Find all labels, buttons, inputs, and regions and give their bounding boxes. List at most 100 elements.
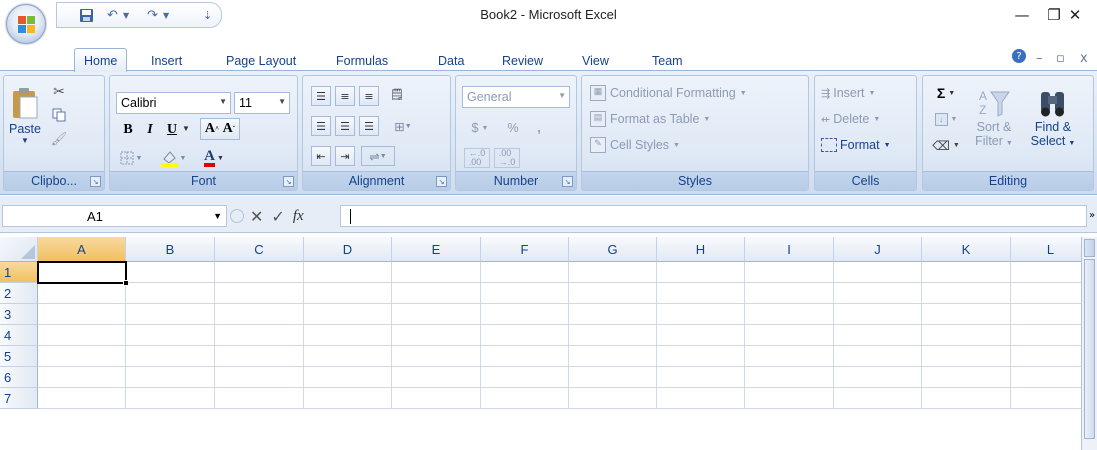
cell-e3[interactable] <box>392 304 481 325</box>
cell-j6[interactable] <box>834 367 922 388</box>
cell-b3[interactable] <box>126 304 215 325</box>
underline-dropdown-icon[interactable]: ▼ <box>182 124 190 133</box>
align-top-icon[interactable]: ☰ <box>311 86 331 106</box>
column-header-e[interactable]: E <box>392 237 481 262</box>
cell-h4[interactable] <box>657 325 745 346</box>
decrease-decimal-icon[interactable]: .00 →.0 <box>494 148 520 168</box>
column-header-a[interactable]: A <box>38 237 126 262</box>
name-box-dropdown-icon[interactable]: ▼ <box>213 211 222 221</box>
tab-home[interactable]: Home <box>74 48 128 72</box>
increase-indent-icon[interactable]: ⇥ <box>335 146 355 166</box>
name-box[interactable]: A1 ▼ <box>2 205 227 227</box>
cell-k7[interactable] <box>922 388 1011 409</box>
cell-h5[interactable] <box>657 346 745 367</box>
help-icon[interactable]: ? <box>1012 49 1026 63</box>
cell-a3[interactable] <box>38 304 126 325</box>
row-header-6[interactable]: 6 <box>0 367 38 388</box>
cell-j7[interactable] <box>834 388 922 409</box>
cell-h3[interactable] <box>657 304 745 325</box>
tab-page-layout[interactable]: Page Layout <box>216 51 306 70</box>
office-button[interactable] <box>6 4 46 44</box>
column-header-c[interactable]: C <box>215 237 304 262</box>
column-header-d[interactable]: D <box>304 237 392 262</box>
cell-b1[interactable] <box>126 262 215 283</box>
close-button[interactable]: ✕ <box>1053 4 1097 26</box>
redo-icon[interactable]: ↷ <box>147 6 158 25</box>
customize-qat-icon[interactable]: ⇣ <box>203 6 212 25</box>
sort-filter-button[interactable]: AZ Sort & Filter ▼ <box>969 80 1019 156</box>
undo-dropdown-icon[interactable]: ▼ <box>123 6 129 25</box>
cell-g1[interactable] <box>569 262 657 283</box>
cell-g7[interactable] <box>569 388 657 409</box>
cell-d4[interactable] <box>304 325 392 346</box>
workbook-restore-icon[interactable]: ▫ <box>1056 51 1065 66</box>
number-launcher-icon[interactable]: ↘ <box>562 176 573 187</box>
cell-d1[interactable] <box>304 262 392 283</box>
column-header-f[interactable]: F <box>481 237 569 262</box>
format-cells-button[interactable]: Format ▼ <box>821 134 891 156</box>
cell-c5[interactable] <box>215 346 304 367</box>
find-select-button[interactable]: Find & Select ▼ <box>1027 80 1079 156</box>
align-right-icon[interactable]: ☰ <box>359 116 379 136</box>
cell-j5[interactable] <box>834 346 922 367</box>
cell-b2[interactable] <box>126 283 215 304</box>
cell-h6[interactable] <box>657 367 745 388</box>
cell-d3[interactable] <box>304 304 392 325</box>
clear-icon[interactable]: ⌫ ▼ <box>929 134 963 156</box>
comma-button[interactable]: , <box>528 118 550 138</box>
cell-a7[interactable] <box>38 388 126 409</box>
currency-button[interactable]: $ ▼ <box>464 118 496 138</box>
align-bottom-icon[interactable]: ≡ <box>359 86 379 106</box>
bold-button[interactable]: B <box>118 120 138 140</box>
cell-b7[interactable] <box>126 388 215 409</box>
format-as-table-button[interactable]: ▤ Format as Table ▼ <box>590 108 710 130</box>
formula-input[interactable] <box>340 205 1087 227</box>
align-center-icon[interactable]: ☰ <box>335 116 355 136</box>
cell-k2[interactable] <box>922 283 1011 304</box>
cell-e7[interactable] <box>392 388 481 409</box>
cell-g3[interactable] <box>569 304 657 325</box>
cell-d5[interactable] <box>304 346 392 367</box>
cell-f7[interactable] <box>481 388 569 409</box>
insert-function-icon[interactable]: fx <box>293 208 304 225</box>
confirm-entry-icon[interactable]: ✓ <box>271 207 284 226</box>
tab-team[interactable]: Team <box>642 51 693 70</box>
alignment-launcher-icon[interactable]: ↘ <box>436 176 447 187</box>
cell-d2[interactable] <box>304 283 392 304</box>
cell-g6[interactable] <box>569 367 657 388</box>
row-header-7[interactable]: 7 <box>0 388 38 409</box>
cell-a5[interactable] <box>38 346 126 367</box>
cell-i6[interactable] <box>745 367 834 388</box>
cell-e6[interactable] <box>392 367 481 388</box>
increase-decimal-icon[interactable]: ←.0.00 <box>464 148 490 168</box>
cell-l7[interactable] <box>1011 388 1091 409</box>
cell-l6[interactable] <box>1011 367 1091 388</box>
vertical-scrollbar[interactable] <box>1081 237 1097 450</box>
copy-icon[interactable] <box>48 104 70 126</box>
cell-styles-button[interactable]: ✎ Cell Styles ▼ <box>590 134 680 156</box>
cell-c4[interactable] <box>215 325 304 346</box>
scroll-thumb[interactable] <box>1084 259 1095 439</box>
fill-handle[interactable] <box>123 280 129 286</box>
cell-j4[interactable] <box>834 325 922 346</box>
save-icon[interactable] <box>79 6 94 25</box>
cell-f5[interactable] <box>481 346 569 367</box>
cell-i5[interactable] <box>745 346 834 367</box>
cell-i7[interactable] <box>745 388 834 409</box>
column-header-b[interactable]: B <box>126 237 215 262</box>
decrease-indent-icon[interactable]: ⇤ <box>311 146 331 166</box>
cell-l5[interactable] <box>1011 346 1091 367</box>
cell-k6[interactable] <box>922 367 1011 388</box>
cell-i2[interactable] <box>745 283 834 304</box>
cell-k5[interactable] <box>922 346 1011 367</box>
format-painter-icon[interactable]: 🖌 <box>48 128 70 150</box>
tab-view[interactable]: View <box>572 51 619 70</box>
cell-g5[interactable] <box>569 346 657 367</box>
number-format-combo[interactable]: General ▼ <box>462 86 570 108</box>
column-header-h[interactable]: H <box>657 237 745 262</box>
cell-l3[interactable] <box>1011 304 1091 325</box>
cell-l2[interactable] <box>1011 283 1091 304</box>
fill-color-icon[interactable]: ▼ <box>154 148 192 168</box>
align-middle-icon[interactable]: ≡ <box>335 86 355 106</box>
cell-j2[interactable] <box>834 283 922 304</box>
